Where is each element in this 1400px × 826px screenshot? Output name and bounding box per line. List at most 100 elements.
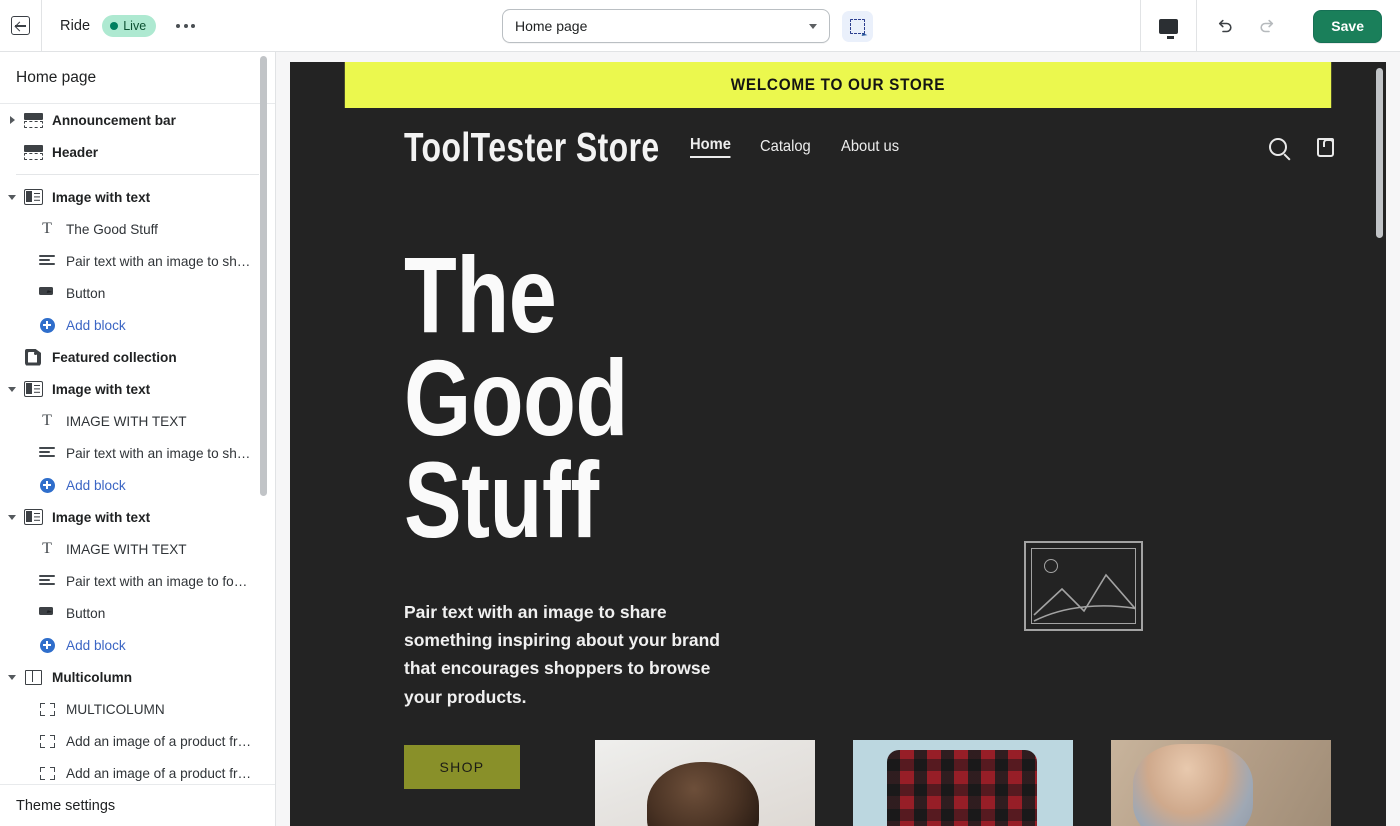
plus-circle-icon (34, 317, 60, 333)
sidebar-item-featured-collection[interactable]: Featured collection (0, 341, 275, 373)
sidebar-item-label: IMAGE WITH TEXT (66, 413, 187, 429)
nav-link-about-us[interactable]: About us (841, 138, 899, 156)
sidebar-item-announcement-bar[interactable]: Announcement bar (0, 104, 275, 136)
sidebar-item-label: Header (52, 144, 99, 160)
dot-icon (183, 23, 188, 28)
top-toolbar: Ride Live Home page Save (0, 0, 1400, 52)
sidebar-item-label: IMAGE WITH TEXT (66, 541, 187, 557)
sidebar-item-add-block[interactable]: Add block (0, 469, 275, 501)
sidebar-item-button[interactable]: Button (0, 277, 275, 309)
sidebar-item-label: The Good Stuff (66, 221, 158, 237)
sidebar-item-pair-text-with-an-image-to-fo[interactable]: Pair text with an image to fo… (0, 565, 275, 597)
sidebar-item-image-with-text[interactable]: T IMAGE WITH TEXT (0, 405, 275, 437)
sidebar-item-label: Button (66, 285, 106, 301)
preview-pane: WELCOME TO OUR STORE ToolTester Store Ho… (276, 52, 1400, 826)
page-title: Home page (0, 52, 275, 104)
chevron-down-icon[interactable] (4, 386, 20, 392)
button-icon (34, 607, 60, 619)
corners-icon (34, 702, 60, 716)
sidebar-item-label: Image with text (52, 381, 151, 397)
chevron-down-icon[interactable] (4, 194, 20, 200)
sidebar-item-label: Button (66, 605, 106, 621)
undo-icon[interactable] (1215, 16, 1235, 36)
sidebar-item-add-block[interactable]: Add block (0, 309, 275, 341)
sidebar-item-button[interactable]: Button (0, 597, 275, 629)
sidebar-item-label: Pair text with an image to fo… (66, 573, 248, 589)
preview-scrollbar[interactable] (1375, 68, 1384, 820)
sidebar-item-image-with-text[interactable]: T IMAGE WITH TEXT (0, 533, 275, 565)
sidebar-item-pair-text-with-an-image-to-sh[interactable]: Pair text with an image to sh… (0, 245, 275, 277)
button-icon (34, 287, 60, 299)
sidebar-item-the-good-stuff[interactable]: T The Good Stuff (0, 213, 275, 245)
page-controls: Home page (502, 9, 873, 43)
header-icons (1269, 137, 1334, 157)
sidebar-item-header[interactable]: Header (0, 136, 275, 168)
history-controls (1196, 0, 1295, 52)
store-name: Ride (60, 17, 91, 34)
dot-icon (191, 23, 196, 28)
sidebar-item-pair-text-with-an-image-to-sh[interactable]: Pair text with an image to sh… (0, 437, 275, 469)
corners-icon (34, 766, 60, 780)
theme-settings-button[interactable]: Theme settings (0, 784, 275, 826)
inspect-selector-icon (850, 18, 865, 34)
image-with-text-icon (20, 381, 46, 397)
product-image-3[interactable] (1111, 740, 1331, 826)
inspect-tool-button[interactable] (842, 10, 873, 42)
desktop-monitor-icon[interactable] (1159, 18, 1179, 39)
columns-icon (20, 669, 46, 685)
dot-icon (176, 23, 181, 28)
cart-icon[interactable] (1317, 137, 1334, 157)
nav-link-catalog[interactable]: Catalog (760, 138, 811, 156)
store-logo[interactable]: ToolTester Store (404, 124, 660, 171)
redo-icon[interactable] (1257, 16, 1277, 36)
live-dot-icon (110, 21, 119, 30)
nav-link-home[interactable]: Home (689, 136, 731, 158)
search-icon[interactable] (1269, 138, 1287, 156)
preview-scrollbar-thumb[interactable] (1376, 68, 1383, 238)
sidebar-item-multicolumn[interactable]: MULTICOLUMN (0, 693, 275, 725)
sidebar-item-label: Pair text with an image to sh… (66, 445, 251, 461)
sidebar-item-image-with-text[interactable]: Image with text (0, 181, 275, 213)
announcement-bar[interactable]: WELCOME TO OUR STORE (344, 62, 1332, 108)
sidebar-item-multicolumn[interactable]: Multicolumn (0, 661, 275, 693)
paragraph-icon (34, 575, 60, 587)
page-selector[interactable]: Home page (502, 9, 830, 43)
tag-icon (20, 348, 46, 366)
sidebar-scrollbar-thumb[interactable] (260, 56, 267, 496)
storefront-preview: WELCOME TO OUR STORE ToolTester Store Ho… (290, 62, 1386, 826)
product-image-1[interactable] (595, 740, 815, 826)
save-button[interactable]: Save (1313, 9, 1382, 43)
text-icon: T (42, 412, 52, 429)
sidebar-item-label: Pair text with an image to sh… (66, 253, 251, 269)
image-with-text-icon (20, 189, 46, 205)
sidebar-item-label: Add an image of a product fr… (66, 765, 252, 781)
main-navigation: Home Catalog About us (689, 136, 905, 158)
text-icon: T (42, 540, 52, 557)
image-with-text-icon (20, 509, 46, 525)
plus-circle-icon (34, 477, 60, 493)
sidebar-item-label: Featured collection (52, 349, 177, 365)
product-image-2[interactable] (853, 740, 1073, 826)
sidebar-item-label: Add block (66, 637, 126, 653)
top-toolbar-right: Save (1140, 0, 1400, 52)
image-placeholder-icon (1024, 541, 1143, 631)
sidebar-item-image-with-text[interactable]: Image with text (0, 373, 275, 405)
status-badge: Live (102, 14, 157, 37)
hero-body-text: Pair text with an image to share somethi… (404, 601, 720, 707)
sections-list: Announcement bar Header Image with text T Th… (0, 104, 275, 801)
sidebar-item-image-with-text[interactable]: Image with text (0, 501, 275, 533)
exit-editor-button[interactable] (0, 0, 42, 52)
sidebar-scrollbar[interactable] (259, 52, 268, 749)
store-header: ToolTester Store Home Catalog About us (290, 108, 1386, 186)
back-arrow-icon (11, 16, 30, 35)
chevron-right-icon[interactable] (4, 116, 20, 124)
sidebar-item-add-block[interactable]: Add block (0, 629, 275, 661)
chevron-down-icon[interactable] (4, 514, 20, 520)
chevron-down-icon[interactable] (4, 674, 20, 680)
hero-heading: The Good Stuff (404, 234, 628, 561)
theme-settings-label: Theme settings (16, 797, 116, 814)
plus-circle-icon (34, 637, 60, 653)
sidebar-item-label: Image with text (52, 509, 151, 525)
sidebar-item-add-an-image-of-a-product-fr[interactable]: Add an image of a product fr… (0, 725, 275, 757)
more-options-button[interactable] (172, 18, 199, 34)
